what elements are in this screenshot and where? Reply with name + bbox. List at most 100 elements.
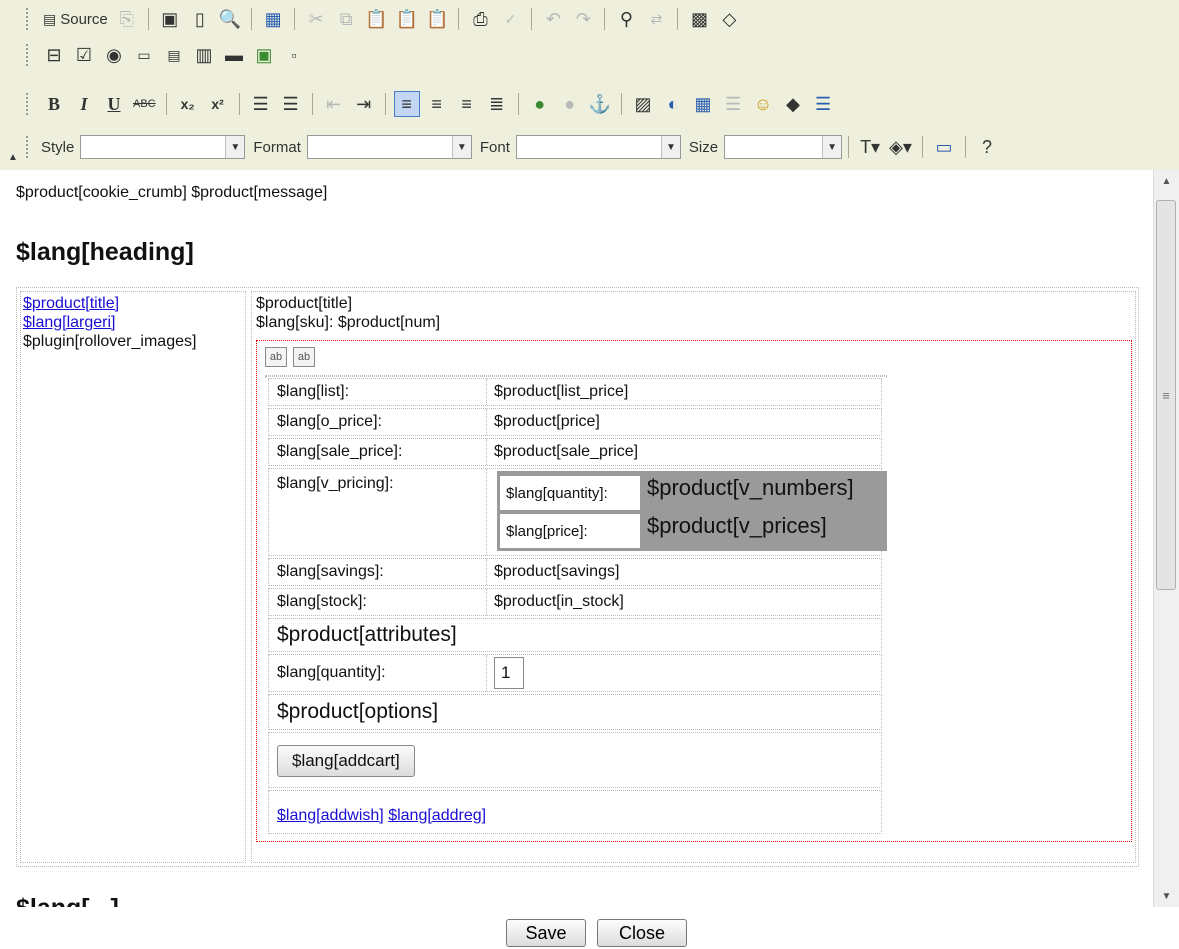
form-button-button[interactable]: ▬ <box>221 42 247 68</box>
v-pricing-cell: $lang[quantity]: $product[v_numbers] $la… <box>491 469 887 555</box>
save-dialog-button[interactable]: Save <box>506 919 586 947</box>
unlink-button[interactable]: ● <box>557 91 583 117</box>
redo-button[interactable]: ↷ <box>570 6 596 32</box>
new-document-button[interactable]: ▯ <box>187 6 213 32</box>
paste-text-button[interactable]: 📋 <box>394 6 420 32</box>
separator <box>964 136 966 158</box>
close-dialog-button[interactable]: Close <box>597 919 687 947</box>
cut-button[interactable]: ✂ <box>303 6 329 32</box>
toolbar-grip[interactable] <box>26 44 31 66</box>
print-button[interactable]: ⎙ <box>467 6 493 32</box>
background-color-button[interactable]: ◈▾ <box>887 134 914 160</box>
editor-scrollbar[interactable]: ▲ ≡ ▼ <box>1153 170 1179 907</box>
horizontal-rule-button[interactable]: ☰ <box>720 91 746 117</box>
larger-image-link[interactable]: $lang[largeri] <box>23 314 116 331</box>
undo-button[interactable]: ↶ <box>540 6 566 32</box>
copy-button[interactable]: ⧉ <box>333 6 359 32</box>
toolbar-grip[interactable] <box>26 8 31 30</box>
text-color-button[interactable]: T▾ <box>857 134 883 160</box>
new-page-button[interactable]: ⎘ <box>114 6 140 32</box>
maximize-button[interactable]: ▭ <box>931 134 957 160</box>
format-select[interactable]: ▼ <box>306 135 472 159</box>
radio-button[interactable]: ◉ <box>101 42 127 68</box>
scroll-up-icon[interactable]: ▲ <box>1154 170 1179 192</box>
size-select[interactable]: ▼ <box>724 135 843 159</box>
textarea-button[interactable]: ▤ <box>161 42 187 68</box>
eraser-icon: ◇ <box>722 9 737 29</box>
justify-button[interactable]: ≣ <box>484 91 510 117</box>
wishlist-row: $lang[addwish] $lang[addreg] <box>268 790 882 834</box>
link-button[interactable]: ● <box>527 91 553 117</box>
table-row: $lang[v_pricing]: $lang[quantity]: $prod… <box>268 468 887 556</box>
chevron-down-icon[interactable]: ▼ <box>822 136 842 158</box>
add-registry-link[interactable]: $lang[addreg] <box>388 807 486 824</box>
hidden-field-icon[interactable]: ab <box>293 347 315 367</box>
product-details-cell: $product[title] $lang[sku]: $product[num… <box>251 291 1136 863</box>
add-wishlist-link[interactable]: $lang[addwish] <box>277 807 384 824</box>
smiley-button[interactable]: ☺ <box>750 91 776 117</box>
style-select[interactable]: ▼ <box>80 135 246 159</box>
remove-format-button[interactable]: ◇ <box>716 6 742 32</box>
special-char-icon: ◆ <box>786 94 800 114</box>
about-button[interactable]: ? <box>974 134 1000 160</box>
chevron-down-icon[interactable]: ▼ <box>451 136 471 158</box>
table-button[interactable]: ▦ <box>690 91 716 117</box>
page-break-button[interactable]: ☰ <box>810 91 836 117</box>
align-left-icon: ≡ <box>401 94 412 114</box>
text-color-icon: T▾ <box>860 137 881 157</box>
editor-content-area[interactable]: $product[cookie_crumb] $product[message]… <box>0 170 1153 907</box>
background-color-icon: ◈▾ <box>889 137 912 157</box>
chevron-down-icon[interactable]: ▼ <box>660 136 680 158</box>
hidden-field-icon[interactable]: ab <box>265 347 287 367</box>
align-right-button[interactable]: ≡ <box>454 91 480 117</box>
chevron-down-icon[interactable]: ▼ <box>225 136 245 158</box>
select-all-button[interactable]: ▩ <box>686 6 712 32</box>
outdent-button[interactable]: ⇤ <box>321 91 347 117</box>
superscript-button[interactable]: x² <box>205 91 231 117</box>
spellcheck-button[interactable]: ✓ <box>497 6 523 32</box>
font-select[interactable]: ▼ <box>515 135 681 159</box>
image-button-icon: ▣ <box>255 45 273 65</box>
select-field-button[interactable]: ▥ <box>191 42 217 68</box>
replace-button[interactable]: ⇄ <box>643 6 669 32</box>
textfield-button[interactable]: ▭ <box>131 42 157 68</box>
save-button[interactable]: ▣ <box>157 6 183 32</box>
preview-button[interactable]: 🔍 <box>217 6 243 32</box>
page-break-icon: ☰ <box>814 94 832 114</box>
scroll-thumb[interactable]: ≡ <box>1156 200 1176 590</box>
anchor-button[interactable]: ⚓ <box>587 91 613 117</box>
align-left-button[interactable]: ≡ <box>393 91 420 117</box>
find-button[interactable]: ⚲ <box>613 6 639 32</box>
form-button[interactable]: ⊟ <box>41 42 67 68</box>
italic-button[interactable]: I <box>71 91 97 117</box>
special-char-button[interactable]: ◆ <box>780 91 806 117</box>
underline-button[interactable]: U <box>101 91 127 117</box>
toolbar-grip[interactable] <box>26 136 31 158</box>
source-button[interactable]: ▤ Source <box>41 6 110 32</box>
strikethrough-button[interactable]: ABC <box>131 91 158 117</box>
separator <box>458 8 460 30</box>
hidden-field-button[interactable]: ▫ <box>281 42 307 68</box>
paste-word-button[interactable]: 📋 <box>424 6 450 32</box>
templates-button[interactable]: ▦ <box>260 6 286 32</box>
subscript-button[interactable]: x₂ <box>175 91 201 117</box>
indent-button[interactable]: ⇥ <box>351 91 377 117</box>
image-button[interactable]: ▨ <box>630 91 656 117</box>
align-center-button[interactable]: ≡ <box>424 91 450 117</box>
flash-button[interactable]: ◐ <box>660 91 686 117</box>
quantity-input[interactable]: 1 <box>494 657 524 689</box>
paste-button[interactable]: 📋 <box>363 6 389 32</box>
numbered-list-button[interactable]: ☰ <box>248 91 274 117</box>
separator <box>621 93 623 115</box>
bulleted-list-button[interactable]: ☰ <box>278 91 304 117</box>
checkbox-button[interactable]: ☑ <box>71 42 97 68</box>
image-button-button[interactable]: ▣ <box>251 42 277 68</box>
toolbar-grip[interactable] <box>26 93 31 115</box>
bold-button[interactable]: B <box>41 91 67 117</box>
collapse-toolbar-icon[interactable]: ▲ <box>8 152 18 163</box>
undo-icon: ↶ <box>545 9 561 29</box>
add-to-cart-button[interactable]: $lang[addcart] <box>277 745 415 777</box>
product-title-link[interactable]: $product[title] <box>23 295 119 312</box>
new-document-icon: ▯ <box>194 9 205 29</box>
scroll-down-icon[interactable]: ▼ <box>1154 885 1179 907</box>
